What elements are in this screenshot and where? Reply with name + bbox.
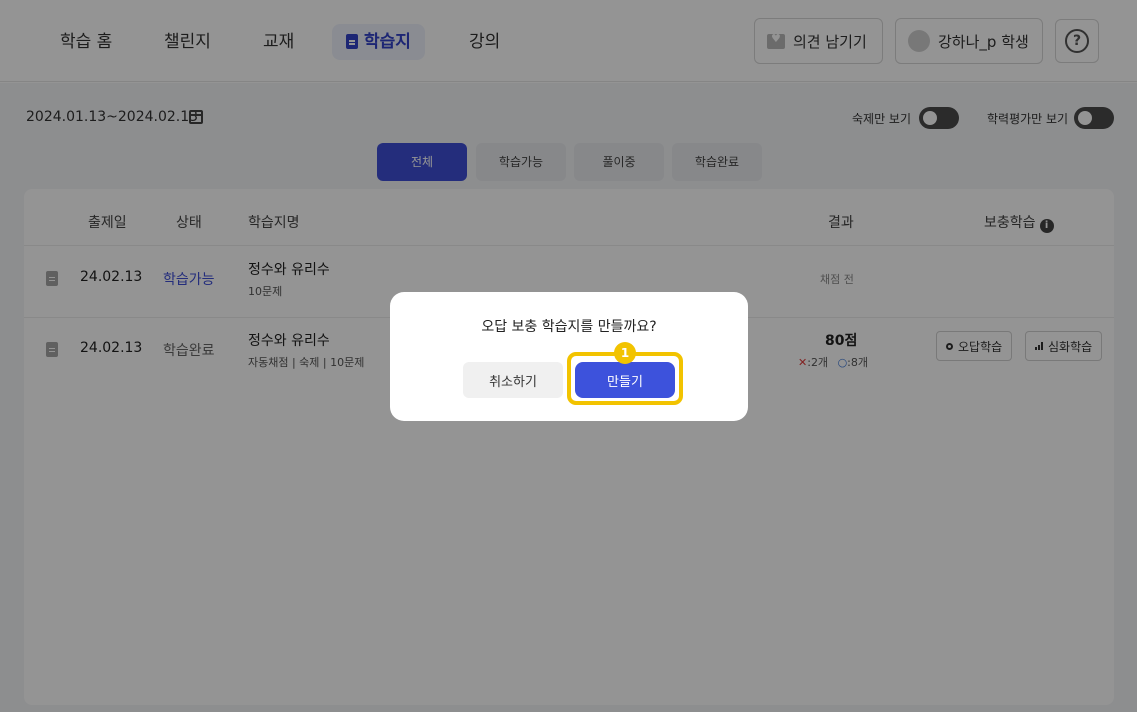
create-button[interactable]: 만들기	[575, 362, 675, 398]
create-supplement-dialog: 오답 보충 학습지를 만들까요? 취소하기 만들기 1	[390, 292, 748, 421]
step-badge: 1	[614, 342, 636, 364]
dialog-title: 오답 보충 학습지를 만들까요?	[481, 319, 657, 335]
cancel-button[interactable]: 취소하기	[463, 362, 563, 398]
